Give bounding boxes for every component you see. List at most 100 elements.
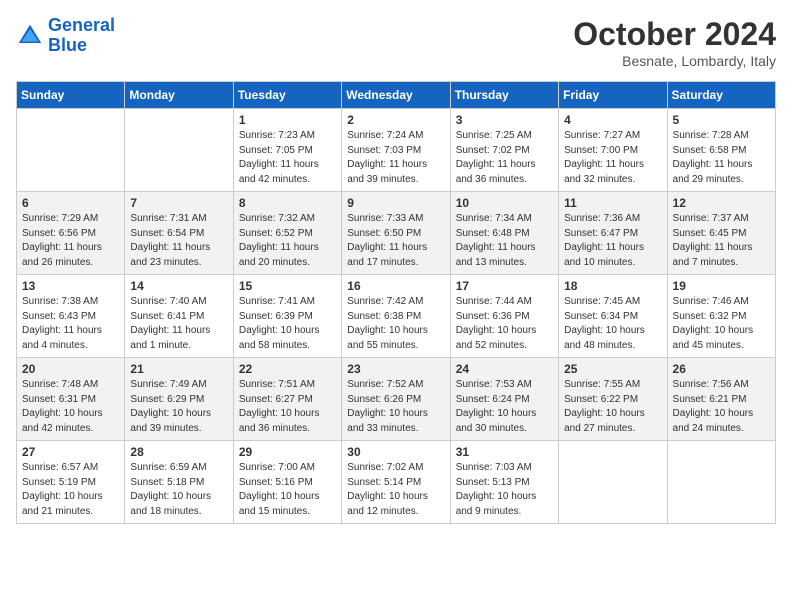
calendar-week-row: 6 Sunrise: 7:29 AM Sunset: 6:56 PM Daylig… xyxy=(17,192,776,275)
day-header-monday: Monday xyxy=(125,82,233,109)
cell-info: Sunrise: 7:29 AM Sunset: 6:56 PM Dayligh… xyxy=(22,212,119,270)
cell-info: Sunrise: 7:28 AM Sunset: 6:58 PM Dayligh… xyxy=(673,129,770,187)
cell-info: Sunrise: 7:38 AM Sunset: 6:43 PM Dayligh… xyxy=(22,295,119,353)
cell-info: Sunrise: 6:57 AM Sunset: 5:19 PM Dayligh… xyxy=(22,461,119,519)
calendar-week-row: 1Sunrise: 7:23 AM Sunset: 7:05 PM Daylig… xyxy=(17,109,776,192)
day-number: 15 xyxy=(239,279,336,293)
calendar-cell: 14 Sunrise: 7:40 AM Sunset: 6:41 PM Dayli… xyxy=(125,275,233,358)
cell-info: Sunrise: 7:49 AM Sunset: 6:29 PM Dayligh… xyxy=(130,378,227,436)
day-number: 30 xyxy=(347,445,444,459)
day-number: 11 xyxy=(564,196,661,210)
calendar-cell: 29Sunrise: 7:00 AM Sunset: 5:16 PM Dayli… xyxy=(233,441,341,524)
day-number: 17 xyxy=(456,279,553,293)
cell-info: Sunrise: 7:27 AM Sunset: 7:00 PM Dayligh… xyxy=(564,129,661,187)
day-number: 28 xyxy=(130,445,227,459)
logo-icon xyxy=(16,22,44,50)
calendar-cell: 7Sunrise: 7:31 AM Sunset: 6:54 PM Daylig… xyxy=(125,192,233,275)
cell-info: Sunrise: 7:37 AM Sunset: 6:45 PM Dayligh… xyxy=(673,212,770,270)
calendar-week-row: 20Sunrise: 7:48 AM Sunset: 6:31 PM Dayli… xyxy=(17,358,776,441)
calendar-cell: 3Sunrise: 7:25 AM Sunset: 7:02 PM Daylig… xyxy=(450,109,558,192)
cell-info: Sunrise: 7:23 AM Sunset: 7:05 PM Dayligh… xyxy=(239,129,336,187)
calendar-cell: 31 Sunrise: 7:03 AM Sunset: 5:13 PM Dayli… xyxy=(450,441,558,524)
day-number: 9 xyxy=(347,196,444,210)
calendar-cell: 18Sunrise: 7:45 AM Sunset: 6:34 PM Dayli… xyxy=(559,275,667,358)
cell-info: Sunrise: 7:52 AM Sunset: 6:26 PM Dayligh… xyxy=(347,378,444,436)
calendar-cell: 23 Sunrise: 7:52 AM Sunset: 6:26 PM Dayli… xyxy=(342,358,450,441)
calendar-cell: 13 Sunrise: 7:38 AM Sunset: 6:43 PM Dayli… xyxy=(17,275,125,358)
day-number: 7 xyxy=(130,196,227,210)
cell-info: Sunrise: 7:36 AM Sunset: 6:47 PM Dayligh… xyxy=(564,212,661,270)
day-number: 31 xyxy=(456,445,553,459)
day-number: 26 xyxy=(673,362,770,376)
day-number: 21 xyxy=(130,362,227,376)
day-number: 4 xyxy=(564,113,661,127)
day-number: 16 xyxy=(347,279,444,293)
day-number: 23 xyxy=(347,362,444,376)
calendar-cell: 9Sunrise: 7:33 AM Sunset: 6:50 PM Daylig… xyxy=(342,192,450,275)
month-title: October 2024 xyxy=(573,16,776,53)
calendar-cell xyxy=(667,441,775,524)
day-header-sunday: Sunday xyxy=(17,82,125,109)
calendar-cell: 8 Sunrise: 7:32 AM Sunset: 6:52 PM Daylig… xyxy=(233,192,341,275)
day-number: 5 xyxy=(673,113,770,127)
calendar-cell xyxy=(125,109,233,192)
calendar-cell: 26 Sunrise: 7:56 AM Sunset: 6:21 PM Dayli… xyxy=(667,358,775,441)
cell-info: Sunrise: 7:32 AM Sunset: 6:52 PM Dayligh… xyxy=(239,212,336,270)
calendar-cell: 27 Sunrise: 6:57 AM Sunset: 5:19 PM Dayli… xyxy=(17,441,125,524)
cell-info: Sunrise: 7:55 AM Sunset: 6:22 PM Dayligh… xyxy=(564,378,661,436)
calendar-cell: 10 Sunrise: 7:34 AM Sunset: 6:48 PM Dayli… xyxy=(450,192,558,275)
day-number: 8 xyxy=(239,196,336,210)
cell-info: Sunrise: 7:51 AM Sunset: 6:27 PM Dayligh… xyxy=(239,378,336,436)
day-header-saturday: Saturday xyxy=(667,82,775,109)
calendar-week-row: 27 Sunrise: 6:57 AM Sunset: 5:19 PM Dayli… xyxy=(17,441,776,524)
title-block: October 2024 Besnate, Lombardy, Italy xyxy=(573,16,776,69)
calendar-cell: 5 Sunrise: 7:28 AM Sunset: 6:58 PM Daylig… xyxy=(667,109,775,192)
calendar-week-row: 13 Sunrise: 7:38 AM Sunset: 6:43 PM Dayli… xyxy=(17,275,776,358)
calendar-cell: 2 Sunrise: 7:24 AM Sunset: 7:03 PM Daylig… xyxy=(342,109,450,192)
cell-info: Sunrise: 7:56 AM Sunset: 6:21 PM Dayligh… xyxy=(673,378,770,436)
day-number: 27 xyxy=(22,445,119,459)
day-number: 25 xyxy=(564,362,661,376)
page-header: General Blue October 2024 Besnate, Lomba… xyxy=(16,16,776,69)
cell-info: Sunrise: 7:00 AM Sunset: 5:16 PM Dayligh… xyxy=(239,461,336,519)
cell-info: Sunrise: 7:41 AM Sunset: 6:39 PM Dayligh… xyxy=(239,295,336,353)
day-header-friday: Friday xyxy=(559,82,667,109)
calendar-cell: 12 Sunrise: 7:37 AM Sunset: 6:45 PM Dayli… xyxy=(667,192,775,275)
day-number: 13 xyxy=(22,279,119,293)
calendar-header-row: SundayMondayTuesdayWednesdayThursdayFrid… xyxy=(17,82,776,109)
calendar-cell: 4 Sunrise: 7:27 AM Sunset: 7:00 PM Daylig… xyxy=(559,109,667,192)
cell-info: Sunrise: 7:03 AM Sunset: 5:13 PM Dayligh… xyxy=(456,461,553,519)
calendar-cell: 21 Sunrise: 7:49 AM Sunset: 6:29 PM Dayli… xyxy=(125,358,233,441)
day-number: 24 xyxy=(456,362,553,376)
calendar-table: SundayMondayTuesdayWednesdayThursdayFrid… xyxy=(16,81,776,524)
logo-text: General Blue xyxy=(48,16,115,56)
cell-info: Sunrise: 7:44 AM Sunset: 6:36 PM Dayligh… xyxy=(456,295,553,353)
location-subtitle: Besnate, Lombardy, Italy xyxy=(573,53,776,69)
cell-info: Sunrise: 7:25 AM Sunset: 7:02 PM Dayligh… xyxy=(456,129,553,187)
logo: General Blue xyxy=(16,16,115,56)
cell-info: Sunrise: 7:53 AM Sunset: 6:24 PM Dayligh… xyxy=(456,378,553,436)
calendar-cell: 28Sunrise: 6:59 AM Sunset: 5:18 PM Dayli… xyxy=(125,441,233,524)
calendar-cell: 24 Sunrise: 7:53 AM Sunset: 6:24 PM Dayli… xyxy=(450,358,558,441)
calendar-cell: 19Sunrise: 7:46 AM Sunset: 6:32 PM Dayli… xyxy=(667,275,775,358)
calendar-cell: 22Sunrise: 7:51 AM Sunset: 6:27 PM Dayli… xyxy=(233,358,341,441)
calendar-cell: 17 Sunrise: 7:44 AM Sunset: 6:36 PM Dayli… xyxy=(450,275,558,358)
calendar-cell: 25 Sunrise: 7:55 AM Sunset: 6:22 PM Dayli… xyxy=(559,358,667,441)
cell-info: Sunrise: 7:02 AM Sunset: 5:14 PM Dayligh… xyxy=(347,461,444,519)
calendar-cell: 6 Sunrise: 7:29 AM Sunset: 6:56 PM Daylig… xyxy=(17,192,125,275)
day-number: 12 xyxy=(673,196,770,210)
calendar-cell xyxy=(559,441,667,524)
day-number: 2 xyxy=(347,113,444,127)
cell-info: Sunrise: 7:40 AM Sunset: 6:41 PM Dayligh… xyxy=(130,295,227,353)
cell-info: Sunrise: 7:48 AM Sunset: 6:31 PM Dayligh… xyxy=(22,378,119,436)
cell-info: Sunrise: 7:34 AM Sunset: 6:48 PM Dayligh… xyxy=(456,212,553,270)
day-number: 18 xyxy=(564,279,661,293)
day-header-thursday: Thursday xyxy=(450,82,558,109)
day-number: 10 xyxy=(456,196,553,210)
day-number: 14 xyxy=(130,279,227,293)
cell-info: Sunrise: 7:46 AM Sunset: 6:32 PM Dayligh… xyxy=(673,295,770,353)
calendar-cell: 20Sunrise: 7:48 AM Sunset: 6:31 PM Dayli… xyxy=(17,358,125,441)
cell-info: Sunrise: 7:24 AM Sunset: 7:03 PM Dayligh… xyxy=(347,129,444,187)
calendar-cell: 1Sunrise: 7:23 AM Sunset: 7:05 PM Daylig… xyxy=(233,109,341,192)
day-number: 6 xyxy=(22,196,119,210)
